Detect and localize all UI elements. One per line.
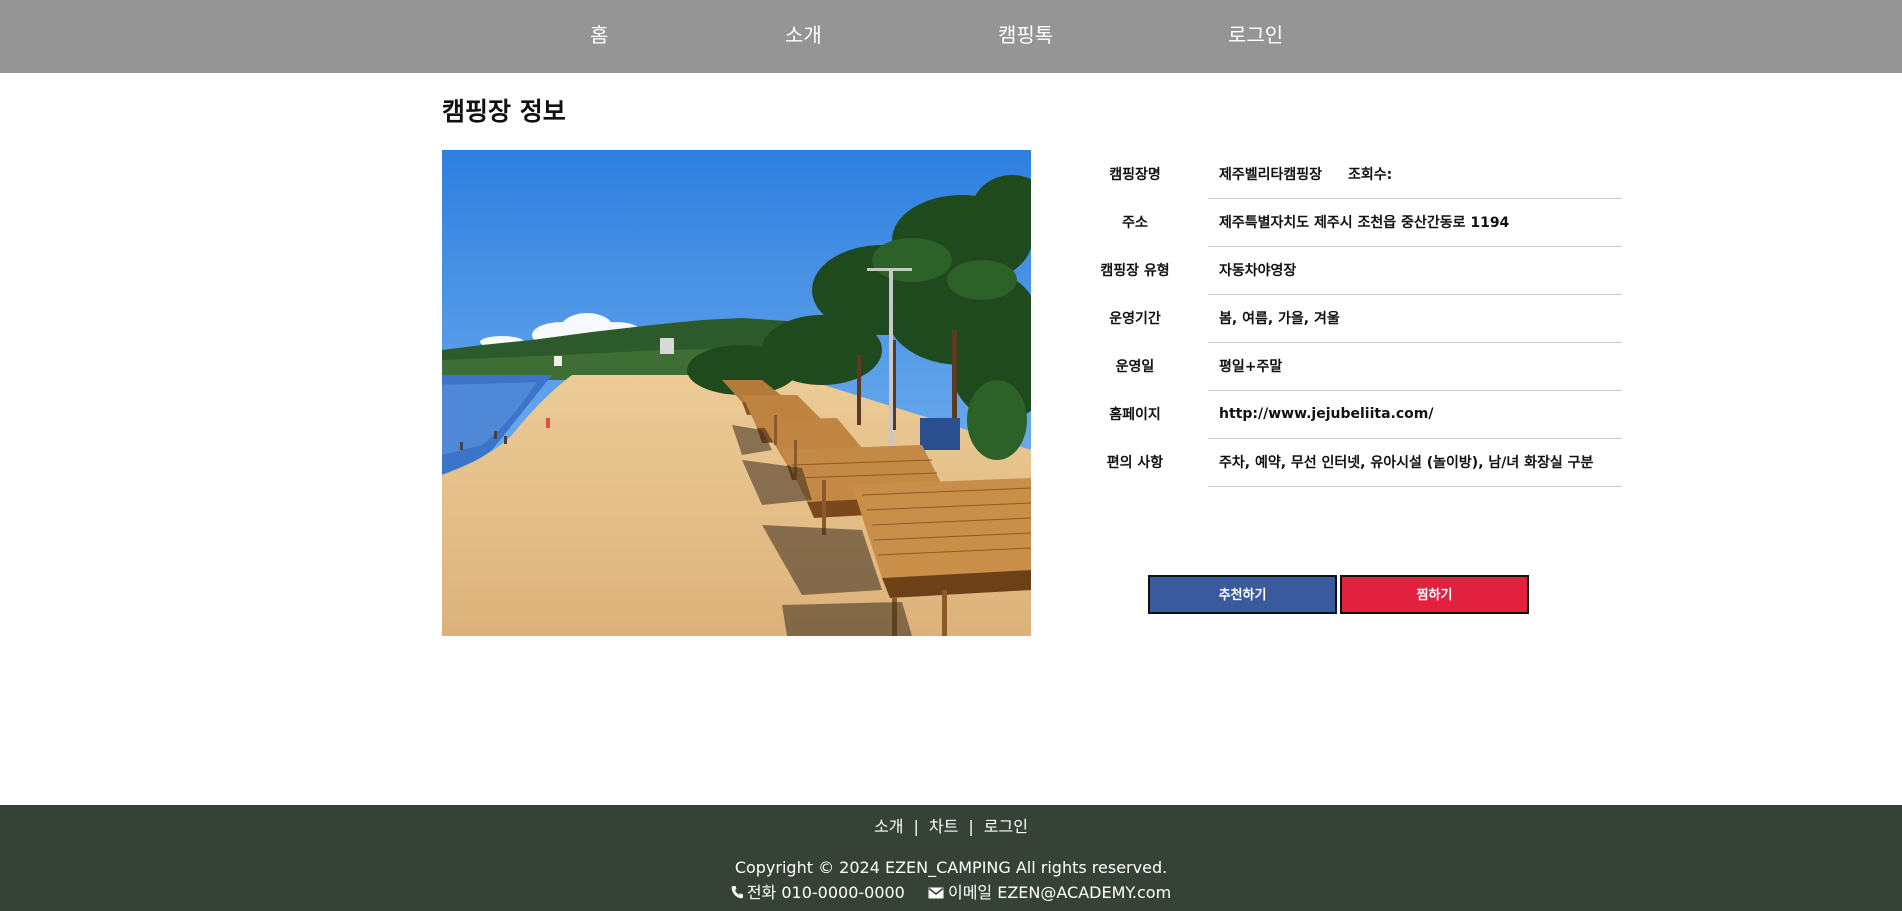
info-value: 자동차야영장 [1208, 246, 1622, 295]
footer-login-link[interactable]: 로그인 [984, 817, 1028, 836]
info-row-homepage: 홈페이지 http://www.jejubeliita.com/ [1062, 390, 1622, 439]
footer-chart-link[interactable]: 차트 [929, 817, 958, 836]
nav-home-link[interactable]: 홈 [590, 20, 608, 50]
footer-separator: | [968, 817, 974, 836]
info-row-season: 운영기간 봄, 여름, 가을, 겨울 [1062, 294, 1622, 343]
info-row-name: 캠핑장명 제주벨리타캠핑장 조회수: [1062, 150, 1622, 199]
info-label: 편의 사항 [1106, 455, 1164, 471]
footer-links: 소개 | 차트 | 로그인 [0, 815, 1902, 839]
mail-icon [928, 883, 944, 905]
info-value: 제주벨리타캠핑장 조회수: [1208, 150, 1622, 199]
phone-icon [731, 883, 743, 905]
info-value: 봄, 여름, 가을, 겨울 [1208, 294, 1622, 343]
info-row-days: 운영일 평일+주말 [1062, 342, 1622, 391]
campsite-info-table: 캠핑장명 제주벨리타캠핑장 조회수: 주소 제주특별자치도 제주시 조천읍 중산간… [1062, 150, 1622, 487]
top-navigation-bar: 홈 소개 캠핑톡 로그인 [0, 0, 1902, 73]
info-value: 평일+주말 [1208, 342, 1622, 391]
info-label: 캠핑장명 [1109, 167, 1161, 183]
favorite-button[interactable]: 찜하기 [1340, 575, 1529, 614]
nav-login-link[interactable]: 로그인 [1228, 20, 1283, 50]
views-label: 조회수: [1348, 166, 1393, 183]
campsite-photo [442, 150, 1031, 636]
nav-about-link[interactable]: 소개 [785, 20, 822, 50]
phone-text: 전화 010-0000-0000 [746, 883, 905, 902]
email-text: 이메일 EZEN@ACADEMY.com [947, 883, 1172, 902]
info-row-type: 캠핑장 유형 자동차야영장 [1062, 246, 1622, 295]
info-label: 운영기간 [1109, 311, 1161, 327]
site-footer: 소개 | 차트 | 로그인 Copyright © 2024 EZEN_CAMPING … [0, 805, 1902, 911]
info-label: 홈페이지 [1109, 407, 1161, 423]
page-title: 캠핑장 정보 [442, 97, 566, 126]
info-value: 제주특별자치도 제주시 조천읍 중산간동로 1194 [1208, 198, 1622, 247]
copyright-text: Copyright © 2024 EZEN_CAMPING All rights… [734, 858, 1168, 877]
info-row-amenities: 편의 사항 주차, 예약, 무선 인터넷, 유아시설 (놀이방), 남/녀 화장… [1062, 438, 1622, 487]
info-row-address: 주소 제주특별자치도 제주시 조천읍 중산간동로 1194 [1062, 198, 1622, 247]
nav-camping-talk-link[interactable]: 캠핑톡 [998, 20, 1053, 50]
info-label: 캠핑장 유형 [1100, 263, 1170, 279]
info-value: http://www.jejubeliita.com/ [1208, 390, 1622, 439]
contact-info: 전화 010-0000-0000 이메일 EZEN@ACADEMY.com [0, 882, 1902, 905]
footer-separator: | [913, 817, 919, 836]
campsite-name: 제주벨리타캠핑장 [1219, 166, 1323, 183]
recommend-button[interactable]: 추천하기 [1148, 575, 1337, 614]
footer-about-link[interactable]: 소개 [874, 817, 903, 836]
info-label: 운영일 [1115, 359, 1155, 375]
info-label: 주소 [1122, 215, 1148, 231]
info-value: 주차, 예약, 무선 인터넷, 유아시설 (놀이방), 남/녀 화장실 구분 [1208, 438, 1622, 487]
